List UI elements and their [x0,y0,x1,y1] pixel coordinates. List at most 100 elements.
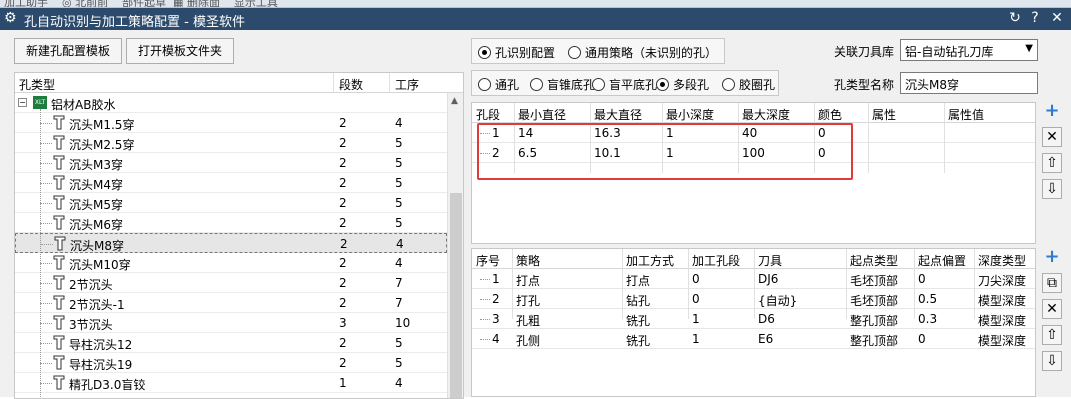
close-icon[interactable]: ✕ [1048,10,1066,26]
table-cell[interactable]: 模型深度 [978,332,1026,349]
tree-scrollbar[interactable]: ▲ [447,93,463,398]
grid-header-cell[interactable]: 深度类型 [978,252,1026,269]
tree-item-row[interactable]: 3节沉头 3 10 [15,313,447,333]
table-cell[interactable]: 刀尖深度 [978,272,1026,289]
grid-header-cell[interactable]: 起点类型 [850,252,898,269]
grid-header-cell[interactable]: 加工孔段 [692,252,740,269]
grid-header-cell[interactable]: 最小深度 [666,106,714,123]
table-cell[interactable]: 0 [692,292,700,306]
col-divider [846,249,847,319]
grid-header-cell[interactable]: 属性 [872,106,896,123]
table-cell[interactable]: 毛坯顶部 [850,272,898,289]
table-cell[interactable]: 4 [492,332,500,346]
tree-header-type[interactable]: 孔类型 [19,76,55,93]
table-cell[interactable]: 整孔顶部 [850,312,898,329]
tree-item-row[interactable]: 沉头M10穿 2 4 [15,253,447,273]
table-cell[interactable]: DJ6 [758,272,778,286]
radio-hole-kind[interactable]: 盲锥底孔 [530,76,595,93]
tree-header-segments[interactable]: 段数 [339,76,363,93]
tree-item-row[interactable]: 沉头M4穿 2 5 [15,173,447,193]
refresh-icon[interactable]: ↻ [1006,10,1024,26]
tree-item-row[interactable]: 导柱沉头12 2 5 [15,333,447,353]
table-cell[interactable]: 0 [692,272,700,286]
tool-library-select[interactable]: 铝-自动钻孔刀库 ▼ [900,39,1038,61]
tree-item-row[interactable]: 沉头M2.5穿 2 5 [15,133,447,153]
table-cell[interactable]: 0.3 [918,312,937,326]
table-cell[interactable]: 模型深度 [978,312,1026,329]
tree-root-row[interactable]: − XLT 铝材AB胶水 [15,93,447,113]
table-cell[interactable]: 2 [492,292,500,306]
table-cell[interactable]: 模型深度 [978,292,1026,309]
table-cell[interactable]: 打点 [626,272,650,289]
grid-header-cell[interactable]: 最小直径 [518,106,566,123]
tree-item-row[interactable]: 精孔D3.0盲铰 1 4 [15,373,447,393]
radio-general-strategy[interactable]: 通用策略（未识别的孔） [568,44,717,61]
radio-dot [478,46,491,59]
delete-segment-button[interactable]: ✕ [1042,127,1062,147]
move-up-segment-button[interactable]: ⇧ [1042,153,1062,173]
tree-item-row[interactable]: 2节沉头 2 7 [15,273,447,293]
add-strategy-button[interactable]: + [1042,248,1062,268]
table-cell[interactable]: 孔侧 [516,332,540,349]
grid-header-cell[interactable]: 策略 [516,252,540,269]
countersink-hole-icon [53,195,65,210]
table-cell[interactable]: 3 [492,312,500,326]
tree-item-row[interactable]: 沉头M8穿 2 4 [15,233,447,253]
tree-header-steps[interactable]: 工序 [395,76,419,93]
grid-header-cell[interactable]: 颜色 [818,106,842,123]
copy-strategy-button[interactable]: ⧉ [1042,273,1062,293]
hole-type-name-input[interactable]: 沉头M8穿 [900,72,1038,94]
radio-hole-recognition[interactable]: 孔识别配置 [478,44,555,61]
table-cell[interactable]: D6 [758,312,775,326]
grid-header-cell[interactable]: 最大深度 [742,106,790,123]
countersink-hole-icon [53,375,65,390]
scrollbar-thumb[interactable] [450,193,462,398]
grid-header-cell[interactable]: 最大直径 [594,106,642,123]
tree-item-row[interactable]: 沉头M6穿 2 5 [15,213,447,233]
tree-item-row[interactable]: 沉头M5穿 2 5 [15,193,447,213]
add-segment-button[interactable]: + [1042,102,1062,122]
grid-header-cell[interactable]: 起点偏置 [918,252,966,269]
table-cell[interactable]: 0 [918,272,926,286]
grid-header-cell[interactable]: 刀具 [758,252,782,269]
table-cell[interactable]: 毛坯顶部 [850,292,898,309]
grid-header-cell[interactable]: 孔段 [476,106,500,123]
move-up-strategy-button[interactable]: ⇧ [1042,325,1062,345]
scroll-up-arrow-icon[interactable]: ▲ [451,96,458,106]
table-cell[interactable]: 钻孔 [626,292,650,309]
table-cell[interactable]: 0.5 [918,292,937,306]
radio-hole-kind[interactable]: 多段孔 [656,76,709,93]
hole-type-name-value: 沉头M8穿 [905,78,959,92]
table-cell[interactable]: 1 [692,312,700,326]
tree-item-row[interactable]: 导柱沉头19 2 5 [15,353,447,373]
grid-header-cell[interactable]: 序号 [476,252,500,269]
grid-header-cell[interactable]: 加工方式 [626,252,674,269]
open-template-folder-button[interactable]: 打开模板文件夹 [126,38,234,64]
move-down-segment-button[interactable]: ⇩ [1042,179,1062,199]
table-row[interactable]: 4 孔侧 铣孔 1 E6 整孔顶部 0 模型深度 [472,329,1035,349]
radio-hole-kind[interactable]: 胶圈孔 [722,76,775,93]
col-divider [333,73,334,92]
table-cell[interactable]: 0 [918,332,926,346]
table-cell[interactable]: E6 [758,332,773,346]
radio-hole-kind[interactable]: 通孔 [478,76,519,93]
radio-hole-kind[interactable]: 盲平底孔 [592,76,657,93]
tree-item-row[interactable]: 沉头M1.5穿 2 4 [15,113,447,133]
table-cell[interactable]: 1 [692,332,700,346]
table-cell[interactable]: 1 [492,272,500,286]
collapse-icon[interactable]: − [18,98,27,107]
tree-item-row[interactable]: 沉头M3穿 2 5 [15,153,447,173]
help-icon[interactable]: ? [1026,10,1044,26]
table-cell[interactable]: 铣孔 [626,332,650,349]
new-template-button[interactable]: 新建孔配置模板 [14,38,122,64]
table-cell[interactable]: 铣孔 [626,312,650,329]
table-cell[interactable]: 打点 [516,272,540,289]
grid-header-cell[interactable]: 属性值 [948,106,984,123]
move-down-strategy-button[interactable]: ⇩ [1042,351,1062,371]
table-cell[interactable]: 打孔 [516,292,540,309]
tree-item-row[interactable]: 2节沉头-1 2 7 [15,293,447,313]
table-cell[interactable]: 整孔顶部 [850,332,898,349]
table-cell[interactable]: 孔粗 [516,312,540,329]
table-cell[interactable]: {自动} [758,292,797,309]
delete-strategy-button[interactable]: ✕ [1042,299,1062,319]
